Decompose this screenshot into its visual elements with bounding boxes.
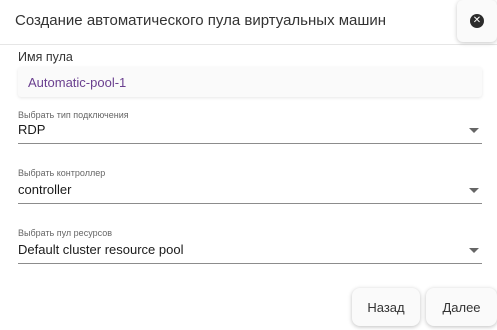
resource-pool-label: Выбрать пул ресурсов [18,228,112,238]
chevron-down-icon [469,248,479,253]
dialog-title: Создание автоматического пула виртуальны… [15,12,387,29]
chevron-down-icon [469,128,479,133]
chevron-down-icon [469,188,479,193]
dialog-header: Создание автоматического пула виртуальны… [0,0,497,45]
controller-value: controller [18,182,72,197]
pool-name-label: Имя пула [18,50,73,64]
close-button[interactable]: ✕ [457,0,497,42]
connection-type-select[interactable]: RDP [18,119,482,144]
resource-pool-select[interactable]: Default cluster resource pool [18,239,482,264]
next-button[interactable]: Далее [426,288,497,326]
connection-type-value: RDP [18,122,46,137]
controller-select[interactable]: controller [18,179,482,204]
close-icon: ✕ [470,14,484,28]
pool-name-input[interactable] [18,67,482,97]
back-button[interactable]: Назад [352,288,420,326]
controller-label: Выбрать контроллер [18,168,106,178]
resource-pool-value: Default cluster resource pool [18,242,184,257]
